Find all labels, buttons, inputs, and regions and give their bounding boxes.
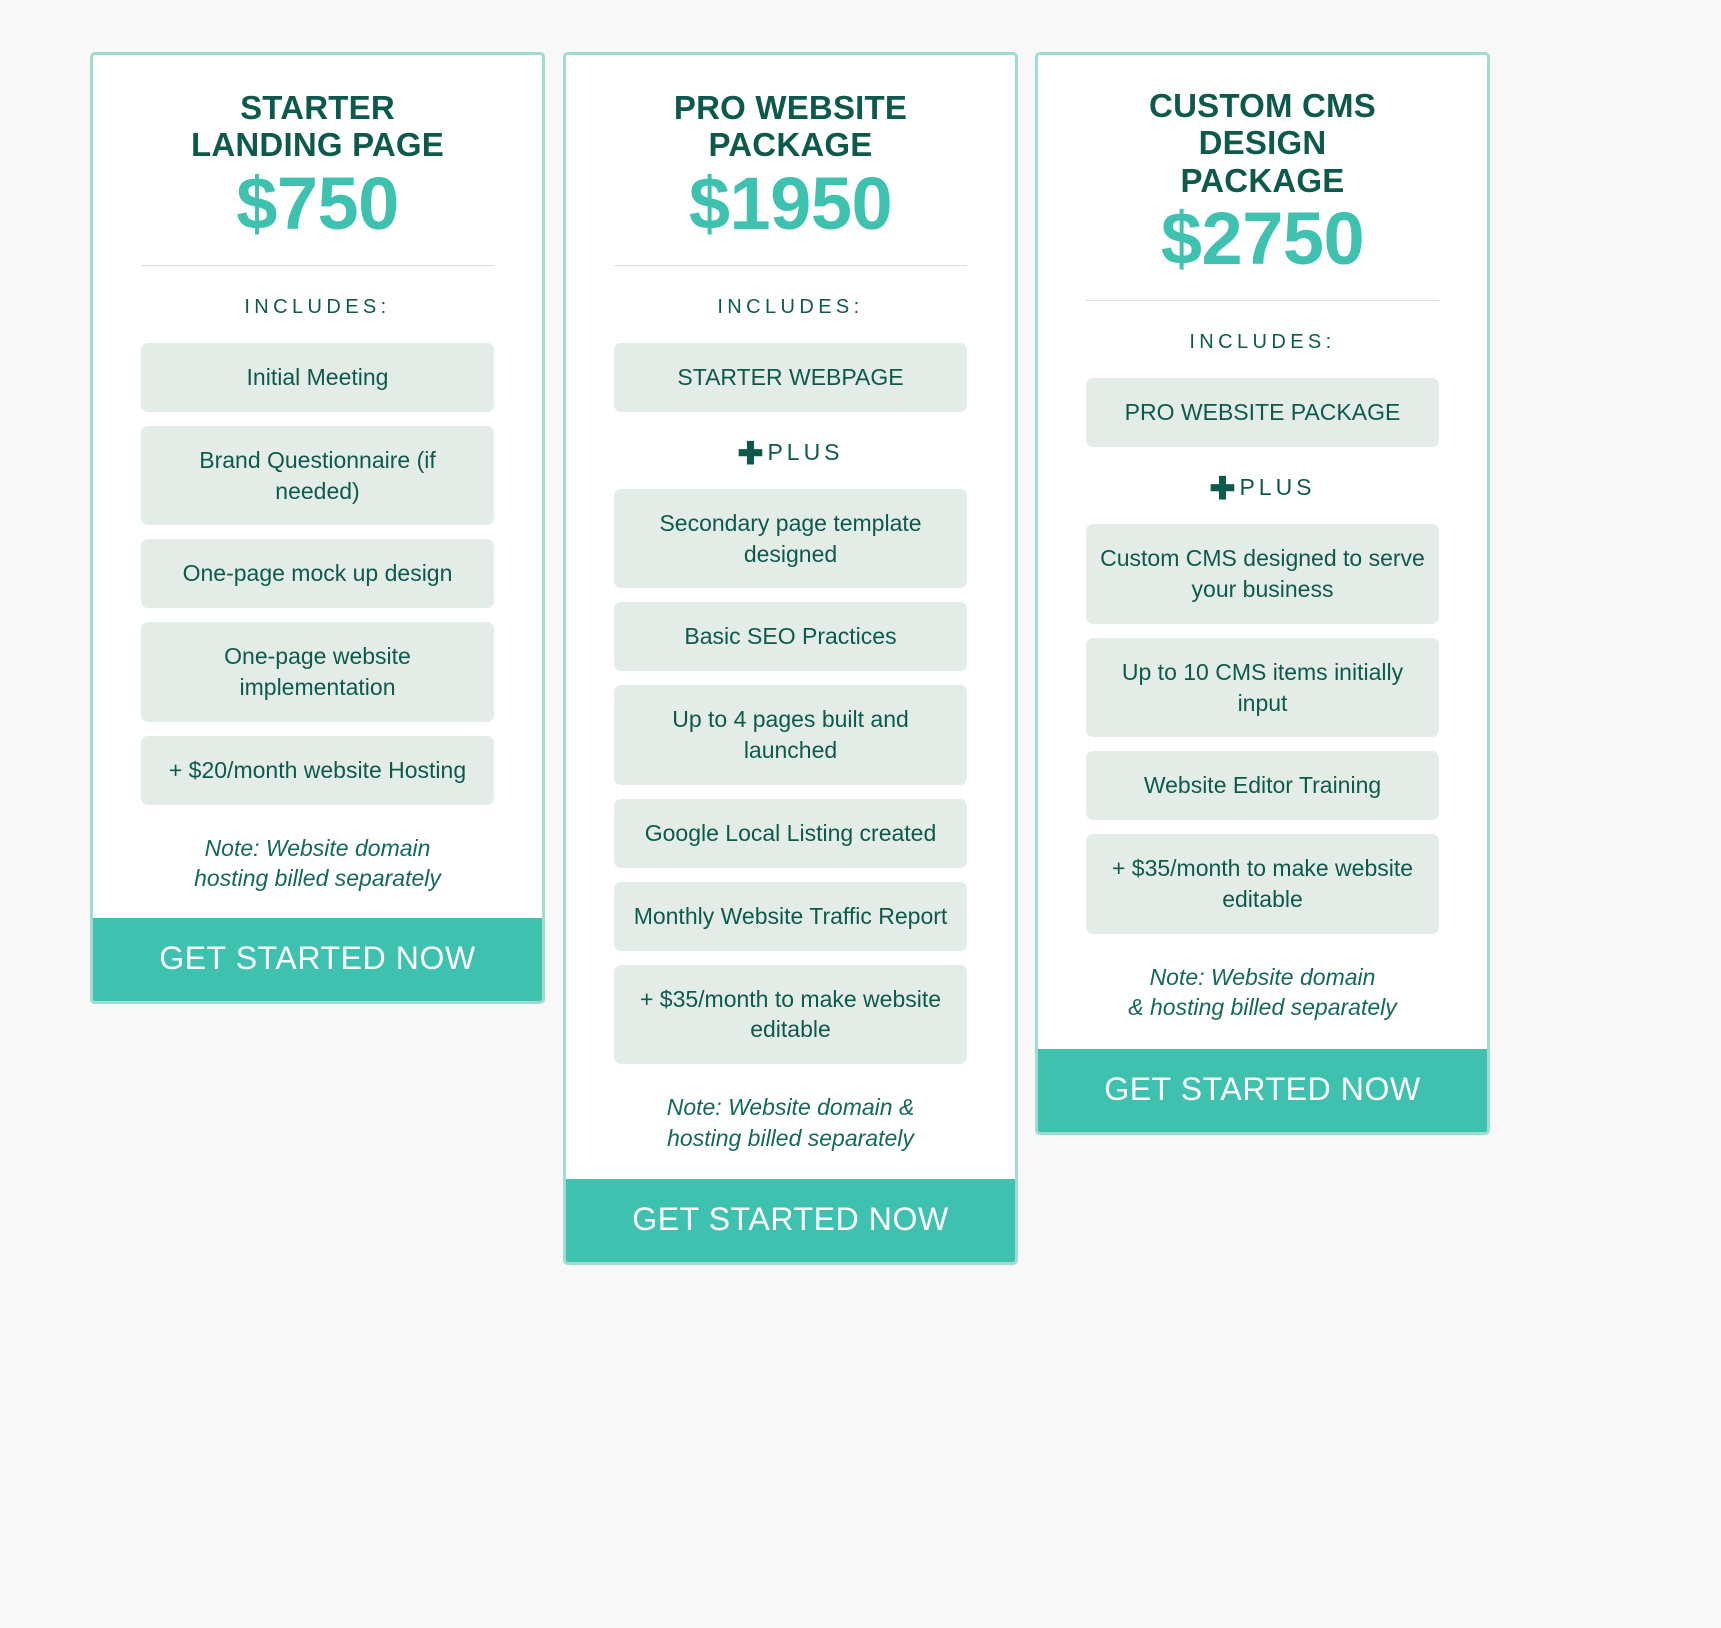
feature-list: Custom CMS designed to serve your busine…	[1086, 524, 1439, 934]
plan-title: PRO WEBSITE PACKAGE	[673, 89, 908, 164]
feature-item: Google Local Listing created	[614, 798, 967, 868]
get-started-button[interactable]: GET STARTED NOW	[93, 917, 542, 1001]
billing-note: Note: Website domain & hosting billed se…	[1128, 963, 1397, 1021]
feature-item: Up to 4 pages built and launched	[614, 685, 967, 785]
plus-icon: ✚	[737, 435, 764, 471]
feature-item: Secondary page template designed	[614, 488, 967, 589]
get-started-button[interactable]: GET STARTED NOW	[566, 1179, 1015, 1263]
feature-item: Monthly Website Traffic Report	[614, 881, 967, 951]
plan-price: $750	[236, 161, 399, 245]
feature-item: Initial Meeting	[141, 343, 494, 412]
feature-item: One-page website implementation	[141, 622, 494, 722]
plan-title: STARTER LANDING PAGE	[191, 89, 444, 164]
feature-item: Basic SEO Practices	[614, 602, 967, 672]
get-started-button[interactable]: GET STARTED NOW	[1038, 1048, 1487, 1132]
card-body: STARTER LANDING PAGE $750 INCLUDES: Init…	[93, 55, 542, 918]
pricing-card-starter-landing-page: STARTER LANDING PAGE $750 INCLUDES: Init…	[90, 52, 545, 1004]
card-body: CUSTOM CMS DESIGN PACKAGE $2750 INCLUDES…	[1038, 55, 1487, 1049]
plus-label: PLUS	[767, 438, 844, 465]
base-package-item: PRO WEBSITE PACKAGE	[1086, 378, 1439, 448]
pricing-table: STARTER LANDING PAGE $750 INCLUDES: Init…	[0, 0, 1721, 1628]
includes-label: INCLUDES:	[244, 296, 391, 319]
feature-list: Secondary page template designed Basic S…	[614, 488, 967, 1065]
feature-item: Brand Questionnaire (if needed)	[141, 425, 494, 526]
feature-item: + $35/month to make website editable	[614, 964, 967, 1065]
plan-price: $2750	[1160, 196, 1365, 280]
plan-title: CUSTOM CMS DESIGN PACKAGE	[1149, 87, 1376, 199]
feature-item: Up to 10 CMS items initially input	[1086, 637, 1439, 738]
plan-price: $1950	[688, 161, 893, 245]
feature-item: Custom CMS designed to serve your busine…	[1086, 524, 1439, 624]
feature-item: One-page mock up design	[141, 539, 494, 609]
billing-note: Note: Website domain & hosting billed se…	[666, 1094, 915, 1151]
feature-item: Website Editor Training	[1086, 751, 1439, 821]
plus-separator: ✚ PLUS	[614, 426, 967, 489]
pricing-card-custom-cms-design-package: CUSTOM CMS DESIGN PACKAGE $2750 INCLUDES…	[1035, 52, 1490, 1135]
includes-label: INCLUDES:	[1189, 331, 1336, 354]
base-package-item: STARTER WEBPAGE	[614, 343, 967, 412]
plus-label: PLUS	[1239, 474, 1316, 501]
pricing-card-pro-website-package: PRO WEBSITE PACKAGE $1950 INCLUDES: STAR…	[563, 52, 1018, 1266]
feature-item: + $20/month website Hosting	[141, 735, 494, 805]
billing-note: Note: Website domain hosting billed sepa…	[194, 834, 441, 892]
includes-label: INCLUDES:	[717, 296, 864, 319]
feature-item: + $35/month to make website editable	[1086, 834, 1439, 934]
feature-list: Initial Meeting Brand Questionnaire (if …	[141, 343, 494, 805]
plus-icon: ✚	[1209, 471, 1236, 507]
plus-separator: ✚ PLUS	[1086, 461, 1439, 524]
card-body: PRO WEBSITE PACKAGE $1950 INCLUDES: STAR…	[566, 55, 1015, 1179]
